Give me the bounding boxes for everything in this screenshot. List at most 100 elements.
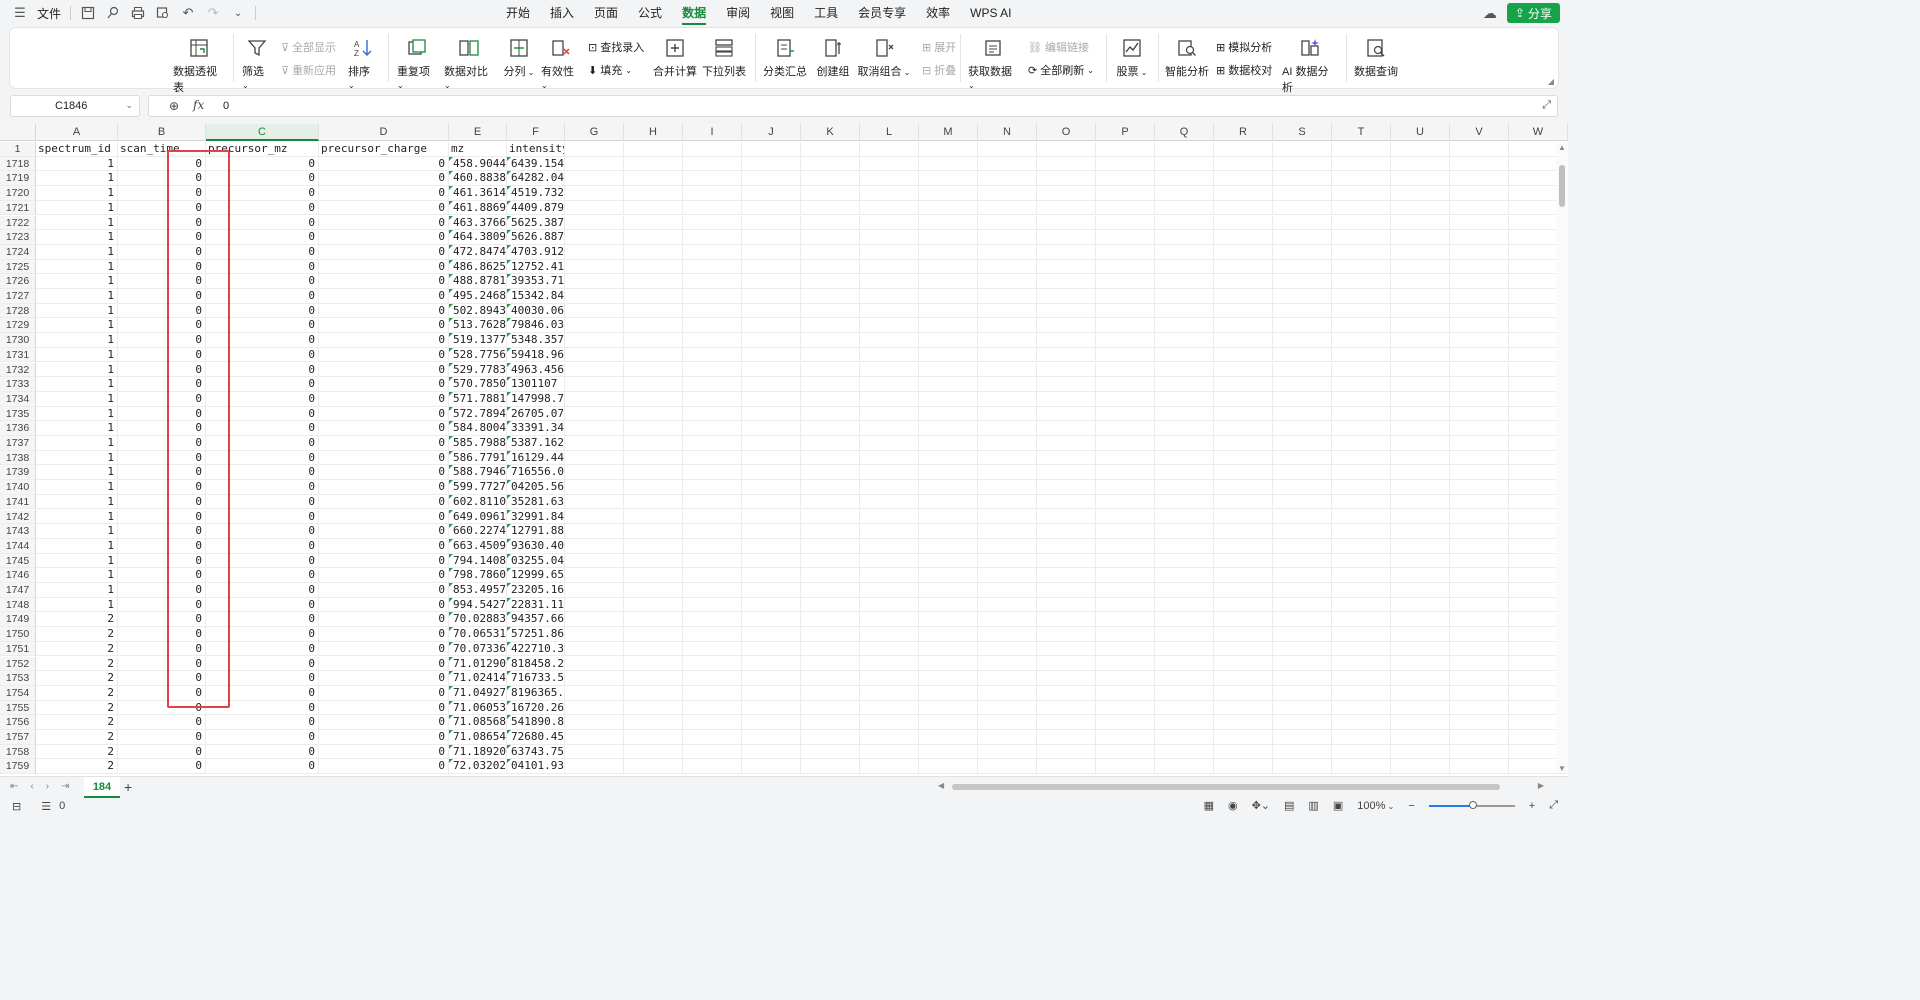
empty-cell[interactable] [1096,303,1155,319]
empty-cell[interactable] [860,450,919,466]
empty-cell[interactable] [742,377,801,392]
empty-cell[interactable] [1273,538,1332,554]
empty-cell[interactable] [1096,421,1155,436]
empty-cell[interactable] [565,583,624,598]
empty-cell[interactable] [1273,436,1332,451]
empty-cell[interactable] [801,524,860,539]
empty-cell[interactable] [801,377,860,392]
empty-cell[interactable] [742,215,801,231]
empty-cell[interactable] [565,244,624,260]
table-cell[interactable]: 798.7860 [449,568,507,583]
table-cell[interactable]: 0 [319,289,449,304]
empty-cell[interactable] [683,494,742,510]
table-cell[interactable]: 1 [36,200,118,216]
empty-cell[interactable] [1450,142,1509,157]
row-header[interactable]: 1741 [0,494,36,510]
empty-cell[interactable] [1214,215,1273,231]
empty-cell[interactable] [801,303,860,319]
table-cell[interactable]: 1 [36,259,118,275]
empty-cell[interactable] [1155,289,1214,304]
empty-cell[interactable] [1273,215,1332,231]
empty-cell[interactable] [1214,744,1273,760]
empty-cell[interactable] [742,612,801,628]
table-cell[interactable]: 1 [36,377,118,392]
empty-cell[interactable] [1450,156,1509,172]
row-header[interactable]: 1725 [0,259,36,275]
table-cell[interactable]: 513.7628 [449,318,507,334]
empty-cell[interactable] [683,318,742,334]
empty-cell[interactable] [742,480,801,495]
empty-cell[interactable] [683,406,742,422]
table-cell[interactable]: 1 [36,303,118,319]
row-header[interactable]: 1747 [0,583,36,598]
empty-cell[interactable] [624,568,683,583]
empty-cell[interactable] [919,259,978,275]
empty-cell[interactable] [1273,259,1332,275]
empty-cell[interactable] [978,656,1037,672]
table-cell[interactable]: 585.7988 [449,436,507,451]
empty-cell[interactable] [624,289,683,304]
empty-cell[interactable] [1096,230,1155,245]
table-cell[interactable]: 147998.7 [507,391,565,407]
table-cell[interactable]: 0 [319,391,449,407]
empty-cell[interactable] [919,480,978,495]
table-cell[interactable]: 0 [118,744,206,760]
empty-cell[interactable] [801,641,860,657]
empty-cell[interactable] [1391,480,1450,495]
empty-cell[interactable] [1273,627,1332,642]
print-preview-icon[interactable] [155,5,171,21]
table-cell[interactable]: 72680.4501953125 [507,730,565,745]
empty-cell[interactable] [860,436,919,451]
empty-cell[interactable] [742,186,801,201]
empty-cell[interactable] [624,730,683,745]
table-cell[interactable]: 2 [36,759,118,775]
redo-icon[interactable]: ↷ [205,5,221,21]
empty-cell[interactable] [1450,450,1509,466]
horizontal-scrollbar[interactable]: ◀ ▶ [938,781,1544,792]
empty-cell[interactable] [1037,465,1096,481]
table-cell[interactable]: 5387.162 [507,436,565,451]
table-cell[interactable]: 71.06053 [449,700,507,716]
table-cell[interactable]: 33391.34 [507,421,565,436]
empty-cell[interactable] [1273,612,1332,628]
table-cell[interactable]: 1 [36,465,118,481]
empty-cell[interactable] [801,494,860,510]
empty-cell[interactable] [1450,671,1509,686]
empty-cell[interactable] [978,700,1037,716]
empty-cell[interactable] [565,568,624,583]
table-cell[interactable]: 1 [36,421,118,436]
row-header[interactable]: 1745 [0,553,36,569]
empty-cell[interactable] [1214,627,1273,642]
ungroup-button[interactable]: 取消组合 ⌄ [856,28,912,79]
empty-cell[interactable] [624,759,683,775]
empty-cell[interactable] [1273,377,1332,392]
empty-cell[interactable] [1155,347,1214,363]
empty-cell[interactable] [919,377,978,392]
table-cell[interactable]: 57251.86376953125 [507,627,565,642]
empty-cell[interactable] [1214,656,1273,672]
validity-button[interactable]: 有效性 ⌄ [541,28,581,91]
empty-cell[interactable] [1155,406,1214,422]
empty-cell[interactable] [1037,362,1096,378]
empty-cell[interactable] [1096,406,1155,422]
column-header-c[interactable]: C [206,124,319,141]
table-cell[interactable]: 63743.75341796875 [507,744,565,760]
empty-cell[interactable] [860,524,919,539]
empty-cell[interactable] [1332,156,1391,172]
table-cell[interactable]: 0 [319,436,449,451]
empty-cell[interactable] [1155,156,1214,172]
empty-cell[interactable] [860,377,919,392]
empty-cell[interactable] [1096,759,1155,775]
empty-cell[interactable] [624,391,683,407]
empty-cell[interactable] [1096,509,1155,525]
empty-cell[interactable] [978,480,1037,495]
table-cell[interactable]: 64282.04 [507,171,565,187]
empty-cell[interactable] [624,436,683,451]
empty-cell[interactable] [978,641,1037,657]
empty-cell[interactable] [1332,215,1391,231]
table-cell[interactable]: 2 [36,656,118,672]
column-header-n[interactable]: N [978,124,1037,141]
table-cell[interactable]: 486.8625 [449,259,507,275]
empty-cell[interactable] [1391,377,1450,392]
empty-cell[interactable] [1096,715,1155,730]
